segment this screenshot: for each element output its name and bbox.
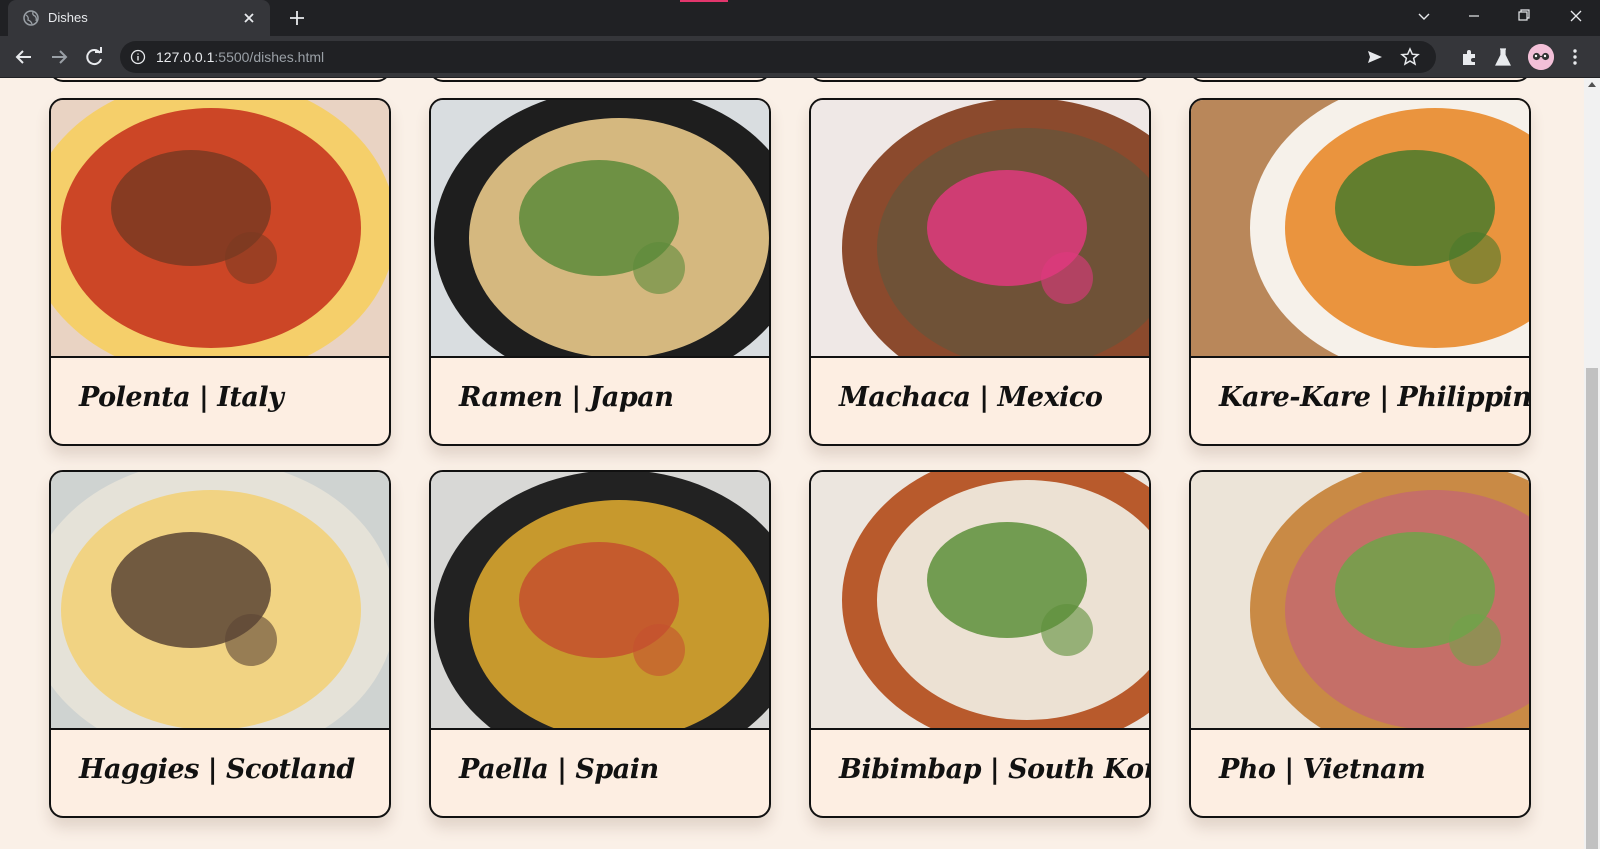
globe-icon <box>23 10 39 26</box>
tab-search-chevron-icon[interactable] <box>1400 0 1448 32</box>
food-image <box>811 100 1149 356</box>
dish-title: Kare-Kare | Philippines <box>1219 382 1531 413</box>
dish-photo <box>431 472 769 730</box>
back-arrow-icon[interactable] <box>10 43 38 71</box>
url-path: :5500/dishes.html <box>214 49 325 65</box>
vertical-scrollbar[interactable] <box>1584 78 1600 849</box>
forward-arrow-icon[interactable] <box>45 43 73 71</box>
url-text[interactable]: 127.0.0.1:5500/dishes.html <box>156 49 324 65</box>
dish-photo <box>811 100 1149 358</box>
dish-photo <box>51 472 389 730</box>
url-host: 127.0.0.1 <box>156 49 215 65</box>
tab-title: Dishes <box>48 10 88 25</box>
dish-title: Ramen | Japan <box>459 382 674 413</box>
dish-card[interactable]: Haggies | Scotland <box>49 470 391 818</box>
site-info-icon[interactable] <box>130 49 146 65</box>
dish-photo <box>1191 100 1529 358</box>
food-image <box>1191 472 1529 728</box>
card-previous-row[interactable] <box>49 78 391 82</box>
dish-photo <box>1191 472 1529 730</box>
browser-toolbar: 127.0.0.1:5500/dishes.html <box>0 36 1600 78</box>
kebab-menu-icon[interactable] <box>1572 47 1578 67</box>
labs-flask-icon[interactable] <box>1494 47 1512 67</box>
active-tab[interactable]: Dishes <box>8 0 270 36</box>
dish-title: Machaca | Mexico <box>839 382 1103 413</box>
food-image <box>431 100 769 356</box>
dish-title: Polenta | Italy <box>79 382 284 413</box>
dish-title: Paella | Spain <box>459 754 659 785</box>
bookmark-star-icon[interactable] <box>1400 47 1420 67</box>
tab-strip-accent <box>680 0 728 2</box>
tab-strip: Dishes <box>0 0 1600 36</box>
close-window-icon[interactable] <box>1552 0 1600 32</box>
reload-icon[interactable] <box>80 43 108 71</box>
card-previous-row[interactable] <box>429 78 771 82</box>
card-previous-row[interactable] <box>809 78 1151 82</box>
food-image <box>51 472 389 728</box>
dish-card[interactable]: Machaca | Mexico <box>809 98 1151 446</box>
restore-window-icon[interactable] <box>1500 0 1548 32</box>
dish-photo <box>811 472 1149 730</box>
profile-avatar[interactable] <box>1528 44 1554 70</box>
page-viewport: Polenta | Italy Ramen | Japan Machaca | … <box>0 78 1584 849</box>
food-image <box>811 472 1149 728</box>
card-previous-row[interactable] <box>1189 78 1531 82</box>
new-tab-plus-icon[interactable] <box>286 7 308 29</box>
dish-photo <box>431 100 769 358</box>
dish-card[interactable]: Ramen | Japan <box>429 98 771 446</box>
food-image <box>431 472 769 728</box>
food-image <box>51 100 389 356</box>
minimize-window-icon[interactable] <box>1450 0 1498 32</box>
scrollbar-thumb[interactable] <box>1586 368 1598 849</box>
dish-card[interactable]: Pho | Vietnam <box>1189 470 1531 818</box>
food-image <box>1191 100 1529 356</box>
dish-title: Pho | Vietnam <box>1219 754 1426 785</box>
dish-title: Haggies | Scotland <box>79 754 355 785</box>
dish-card[interactable]: Bibimbap | South Korea <box>809 470 1151 818</box>
scroll-up-arrow-icon[interactable] <box>1588 82 1596 87</box>
address-bar[interactable]: 127.0.0.1:5500/dishes.html <box>120 41 1436 73</box>
extensions-puzzle-icon[interactable] <box>1460 48 1478 66</box>
dish-card[interactable]: Paella | Spain <box>429 470 771 818</box>
dish-card[interactable]: Polenta | Italy <box>49 98 391 446</box>
dish-title: Bibimbap | South Korea <box>839 754 1149 785</box>
dish-card[interactable]: Kare-Kare | Philippines <box>1189 98 1531 446</box>
send-to-devices-icon[interactable] <box>1366 48 1384 66</box>
dish-photo <box>51 100 389 358</box>
close-tab-icon[interactable] <box>240 9 258 27</box>
